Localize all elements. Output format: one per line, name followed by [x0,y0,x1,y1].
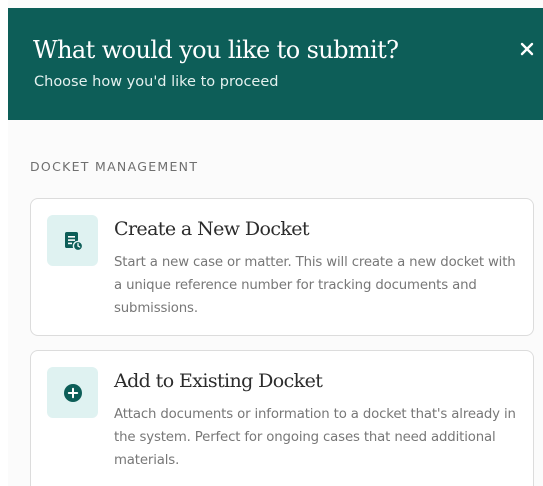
modal-title: What would you like to submit? [33,36,399,64]
new-docket-icon [47,215,98,266]
page: What would you like to submit? Choose ho… [0,0,543,486]
modal-subtitle: Choose how you'd like to proceed [34,74,279,90]
option-create-new-docket[interactable]: Create a New Docket Start a new case or … [30,198,534,336]
section-label: DOCKET MANAGEMENT [30,159,199,174]
option-title: Add to Existing Docket [114,370,323,392]
option-title: Create a New Docket [114,218,310,240]
option-description: Attach documents or information to a doc… [114,407,516,468]
close-button[interactable] [516,38,538,60]
option-description: Start a new case or matter. This will cr… [114,255,516,316]
option-add-to-existing-docket[interactable]: Add to Existing Docket Attach documents … [30,350,534,486]
close-icon [520,42,534,56]
add-circle-icon [47,367,98,418]
submit-modal: What would you like to submit? Choose ho… [8,8,543,486]
modal-header: What would you like to submit? Choose ho… [8,8,543,120]
background-strip [0,0,8,486]
